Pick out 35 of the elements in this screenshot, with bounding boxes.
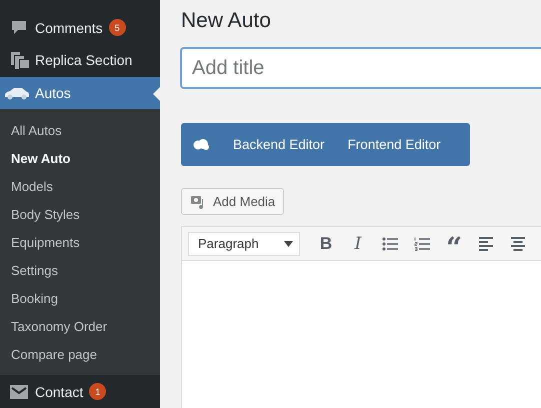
stacked-pages-icon	[10, 51, 30, 70]
menu-item[interactable]: Replica Section	[0, 44, 160, 77]
format-dropdown[interactable]: Paragraph	[188, 232, 300, 256]
submenu-item[interactable]: Compare page	[0, 340, 160, 368]
italic-button[interactable]: I	[342, 234, 374, 254]
page-title: New Auto	[181, 9, 272, 34]
submenu-item[interactable]: Models	[0, 172, 160, 200]
car-icon	[4, 86, 30, 100]
count-badge: 5	[108, 19, 126, 36]
submenu-item[interactable]: All Autos	[0, 116, 160, 144]
editor-mode-button[interactable]: Backend Editor	[233, 137, 325, 152]
menu-pointer-icon	[153, 86, 160, 101]
menu-item[interactable]: Autos	[0, 76, 160, 110]
caret-icon	[284, 240, 293, 246]
submenu-item[interactable]: Settings	[0, 256, 160, 284]
submenu-item[interactable]: New Auto	[0, 144, 160, 172]
submenu-item[interactable]: Taxonomy Order	[0, 312, 160, 340]
quote-button[interactable]: “	[438, 234, 470, 254]
count-badge: 1	[89, 383, 106, 400]
menu-item[interactable]: Contact 1	[0, 375, 160, 408]
envelope-icon	[10, 384, 28, 399]
menu-item[interactable]: Comments 5	[0, 12, 160, 44]
editor-mode-button[interactable]: Frontend Editor	[348, 137, 441, 152]
align-left-icon[interactable]	[479, 236, 493, 250]
bold-button[interactable]: B	[310, 234, 342, 254]
submenu-item[interactable]: Equipments	[0, 228, 160, 256]
title-field[interactable]: Add title	[181, 48, 541, 88]
numbered-list-icon[interactable]	[414, 236, 430, 250]
bulleted-list-icon[interactable]	[382, 236, 398, 250]
submenu-item[interactable]: Body Styles	[0, 200, 160, 228]
submenu-item[interactable]: Booking	[0, 284, 160, 312]
align-center-icon[interactable]	[511, 236, 525, 250]
speech-bubble-icon	[10, 18, 28, 37]
cloud-icon	[193, 138, 209, 150]
add-media-button[interactable]: Add Media	[181, 188, 284, 215]
